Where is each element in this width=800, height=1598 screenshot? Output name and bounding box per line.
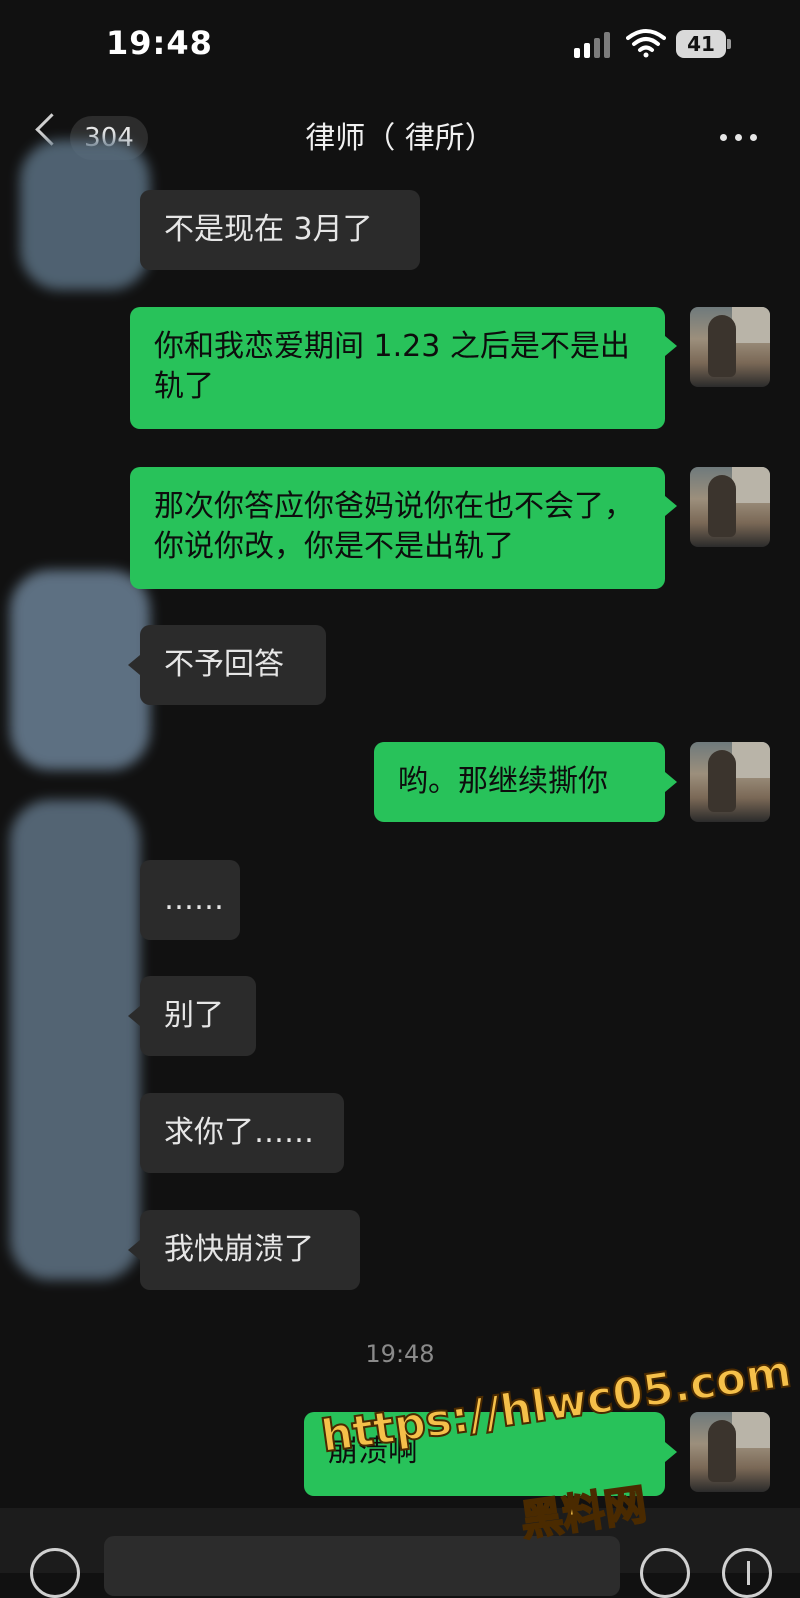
message-bubble-incoming[interactable]: 别了 <box>140 976 256 1056</box>
privacy-blur <box>20 140 150 290</box>
message-bubble-outgoing[interactable]: 哟。那继续撕你 <box>374 742 665 822</box>
more-horizontal-icon[interactable] <box>720 134 760 142</box>
bubble-tail <box>128 1240 140 1260</box>
plus-icon[interactable] <box>722 1548 772 1598</box>
message-bubble-incoming[interactable]: 我快崩溃了 <box>140 1210 360 1290</box>
message-bubble-incoming[interactable]: 不是现在 3月了 <box>140 190 420 270</box>
avatar[interactable] <box>690 467 770 547</box>
status-time: 19:48 <box>106 24 213 62</box>
message-bubble-outgoing[interactable]: 你和我恋爱期间 1.23 之后是不是出轨了 <box>130 307 665 429</box>
emoji-icon[interactable] <box>640 1548 690 1598</box>
bubble-tail <box>665 772 677 792</box>
bubble-tail <box>665 336 677 356</box>
message-bubble-incoming[interactable]: …… <box>140 860 240 940</box>
battery-indicator: 41 <box>676 30 726 58</box>
bubble-tail <box>665 1442 677 1462</box>
message-bubble-incoming[interactable]: 求你了…… <box>140 1093 344 1173</box>
message-input[interactable] <box>104 1536 620 1596</box>
message-bubble-incoming[interactable]: 不予回答 <box>140 625 326 705</box>
privacy-blur <box>10 800 140 1280</box>
bubble-tail <box>665 496 677 516</box>
message-bubble-outgoing[interactable]: 那次你答应你爸妈说你在也不会了，你说你改，你是不是出轨了 <box>130 467 665 589</box>
cellular-signal-icon <box>574 32 614 58</box>
avatar[interactable] <box>690 742 770 822</box>
wifi-icon <box>626 29 666 58</box>
voice-icon[interactable] <box>30 1548 80 1598</box>
bubble-tail <box>128 655 140 675</box>
bubble-tail <box>128 1006 140 1026</box>
status-bar: 19:48 41 <box>0 0 800 90</box>
chat-title: 律师（ 律所） <box>305 121 495 156</box>
battery-tip <box>727 39 731 49</box>
avatar[interactable] <box>690 307 770 387</box>
